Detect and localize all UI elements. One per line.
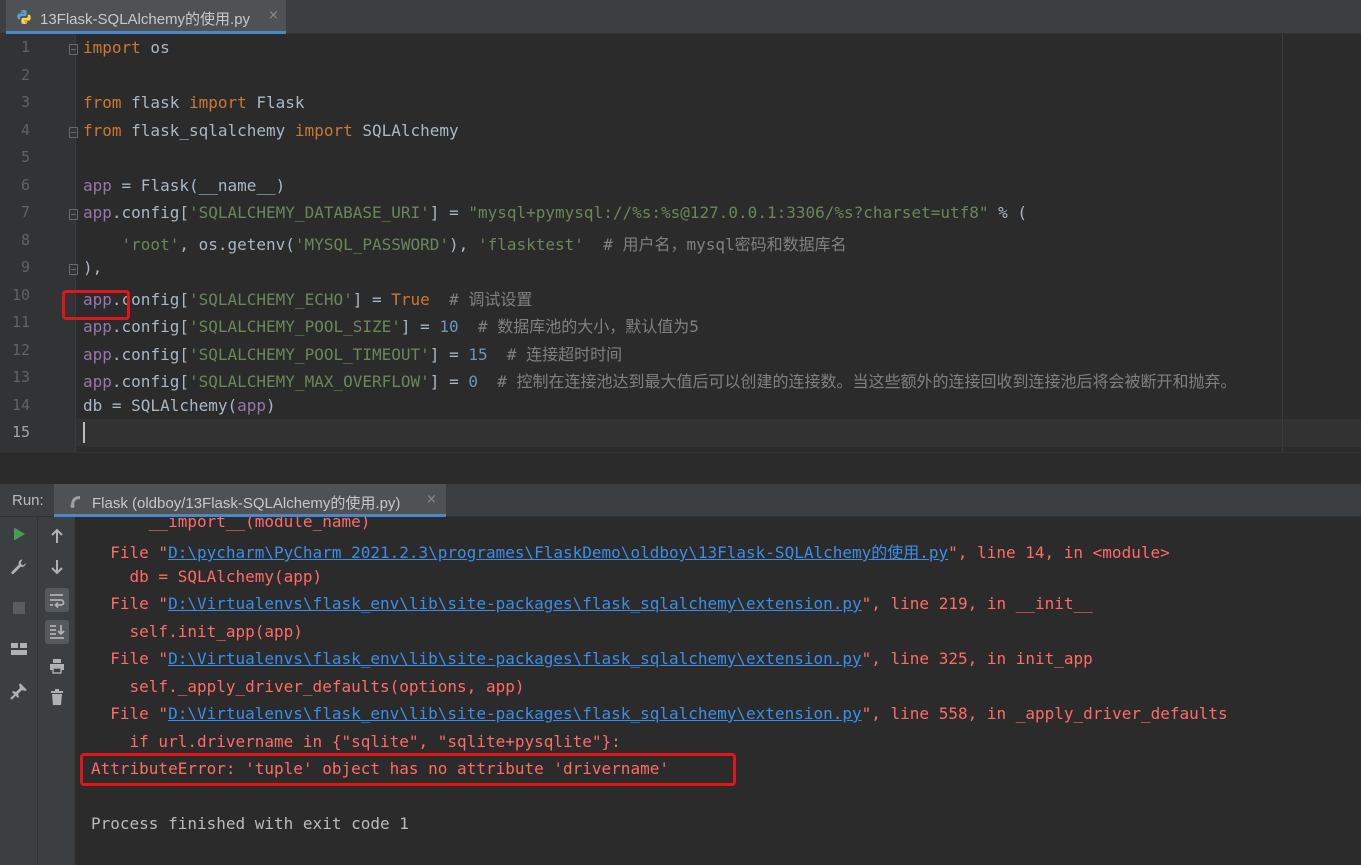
stop-icon[interactable]	[7, 596, 31, 620]
code-line: app = Flask(__name__)	[83, 176, 286, 195]
run-console-output[interactable]: __import__(module_name) File "D:\pycharm…	[76, 517, 1361, 865]
current-line-highlight	[76, 419, 1361, 447]
file-link[interactable]: D:\Virtualenvs\flask_env\lib\site-packag…	[168, 649, 862, 668]
editor-tab-label: 13Flask-SQLAlchemy的使用.py	[40, 11, 251, 28]
panel-divider[interactable]	[0, 452, 1361, 484]
code-editor[interactable]: 1 2 3 4 5 6 7 8 9 10 11 12 13 14 15 impo…	[0, 34, 1361, 452]
line-number: 11	[11, 313, 30, 331]
console-line: File "D:\Virtualenvs\flask_env\lib\site-…	[110, 594, 1093, 613]
line-number: 15	[11, 423, 30, 441]
line-number-gutter: 1 2 3 4 5 6 7 8 9 10 11 12 13 14 15	[0, 34, 78, 452]
wrench-icon[interactable]	[7, 555, 31, 579]
code-line: ),	[83, 258, 103, 277]
line-number: 3	[20, 93, 30, 111]
code-line: app.config['SQLALCHEMY_ECHO'] = True # 调…	[83, 290, 533, 309]
highlight-box-error	[80, 753, 736, 786]
run-tab[interactable]: Flask (oldboy/13Flask-SQLAlchemy的使用.py) …	[54, 484, 446, 517]
line-number: 2	[20, 66, 30, 84]
code-line: app.config['SQLALCHEMY_POOL_TIMEOUT'] = …	[83, 345, 623, 364]
code-line: from flask import Flask	[83, 93, 305, 112]
run-toolbar-left	[0, 517, 38, 865]
line-number: 13	[11, 368, 30, 386]
soft-wrap-icon[interactable]	[45, 588, 69, 612]
run-tool-window-header: Run: Flask (oldboy/13Flask-SQLAlchemy的使用…	[0, 484, 1361, 517]
run-label: Run:	[12, 492, 44, 509]
code-line: app.config['SQLALCHEMY_DATABASE_URI'] = …	[83, 203, 1028, 222]
text-caret	[83, 422, 85, 443]
code-line: 'root', os.getenv('MYSQL_PASSWORD'), 'fl…	[121, 235, 847, 254]
line-number: 7	[20, 203, 30, 221]
line-number: 6	[20, 176, 30, 194]
line-number: 10	[11, 286, 30, 304]
line-number: 1	[20, 38, 30, 56]
line-number: 12	[11, 341, 30, 359]
layout-icon[interactable]	[7, 637, 31, 661]
pin-icon[interactable]	[7, 679, 31, 703]
line-number: 5	[20, 148, 30, 166]
trash-icon[interactable]	[45, 685, 69, 709]
code-line: import os	[83, 38, 170, 57]
console-line: File "D:\Virtualenvs\flask_env\lib\site-…	[110, 649, 1093, 668]
line-number: 14	[11, 396, 30, 414]
file-link[interactable]: D:\Virtualenvs\flask_env\lib\site-packag…	[168, 704, 862, 723]
process-finished-message: Process finished with exit code 1	[91, 814, 409, 833]
console-line: __import__(module_name)	[129, 517, 371, 531]
line-number: 8	[20, 231, 30, 249]
fold-marker-icon[interactable]	[69, 44, 78, 55]
code-line: db = SQLAlchemy(app)	[83, 396, 276, 415]
run-toolbar-right	[38, 517, 76, 865]
run-tab-label: Flask (oldboy/13Flask-SQLAlchemy的使用.py)	[92, 495, 401, 512]
fold-marker-icon[interactable]	[69, 127, 78, 138]
console-line: File "D:\pycharm\PyCharm 2021.2.3\progra…	[110, 543, 1170, 562]
close-icon[interactable]: ×	[426, 492, 437, 507]
run-config-icon	[70, 496, 80, 508]
code-line: app.config['SQLALCHEMY_POOL_SIZE'] = 10 …	[83, 317, 699, 336]
highlight-box-paren	[62, 290, 130, 320]
code-line: app.config['SQLALCHEMY_MAX_OVERFLOW'] = …	[83, 372, 1237, 391]
close-icon[interactable]: ×	[268, 8, 279, 23]
console-line: self._apply_driver_defaults(options, app…	[110, 677, 525, 696]
right-margin-guide	[1282, 34, 1283, 452]
editor-tab-file[interactable]: 13Flask-SQLAlchemy的使用.py ×	[6, 0, 286, 34]
line-number: 4	[20, 121, 30, 139]
console-line: db = SQLAlchemy(app)	[110, 567, 323, 586]
python-file-icon	[17, 10, 31, 24]
up-arrow-icon[interactable]	[45, 524, 69, 548]
file-link[interactable]: D:\Virtualenvs\flask_env\lib\site-packag…	[168, 594, 862, 613]
fold-marker-icon[interactable]	[69, 264, 78, 275]
console-line: self.init_app(app)	[110, 622, 303, 641]
down-arrow-icon[interactable]	[45, 555, 69, 579]
console-line: if url.drivername in {"sqlite", "sqlite+…	[110, 732, 621, 751]
file-link[interactable]: D:\pycharm\PyCharm 2021.2.3\programes\Fl…	[168, 543, 948, 562]
print-icon[interactable]	[45, 654, 69, 678]
rerun-icon[interactable]	[7, 522, 31, 546]
fold-marker-icon[interactable]	[69, 209, 78, 220]
line-number: 9	[20, 258, 30, 276]
scroll-to-end-icon[interactable]	[45, 620, 69, 644]
editor-tab-bar: 13Flask-SQLAlchemy的使用.py ×	[0, 0, 1361, 34]
console-line: File "D:\Virtualenvs\flask_env\lib\site-…	[110, 704, 1228, 723]
code-line: from flask_sqlalchemy import SQLAlchemy	[83, 121, 459, 140]
